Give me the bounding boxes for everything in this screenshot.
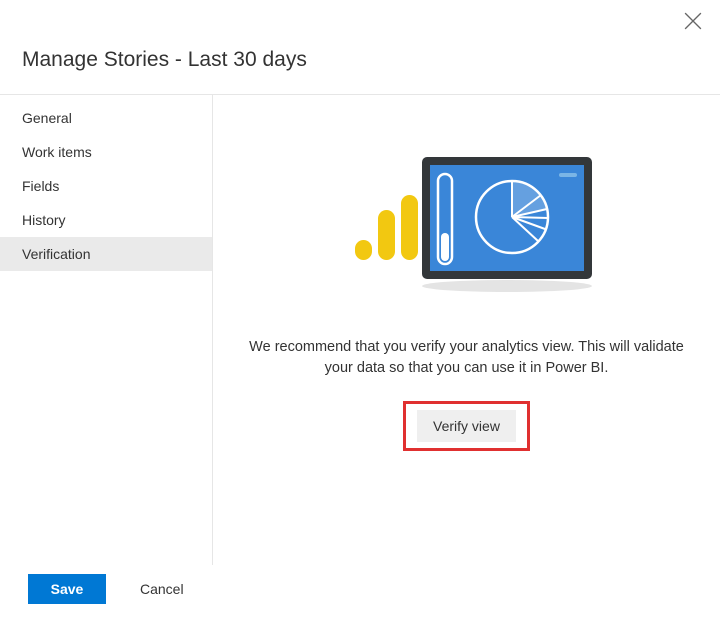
sidebar-item-label: Work items	[22, 144, 92, 160]
cancel-button[interactable]: Cancel	[120, 574, 204, 604]
sidebar-item-label: Fields	[22, 178, 59, 194]
analytics-illustration-icon	[340, 155, 594, 295]
sidebar-item-fields[interactable]: Fields	[0, 169, 212, 203]
verify-view-button[interactable]: Verify view	[417, 410, 516, 442]
sidebar-item-label: History	[22, 212, 66, 228]
page-title: Manage Stories - Last 30 days	[0, 0, 720, 94]
dialog-footer: Save Cancel	[28, 574, 204, 604]
sidebar-item-label: Verification	[22, 246, 90, 262]
recommendation-text: We recommend that you verify your analyt…	[247, 337, 687, 379]
sidebar-item-label: General	[22, 110, 72, 126]
sidebar: General Work items Fields History Verifi…	[0, 95, 213, 565]
sidebar-item-work-items[interactable]: Work items	[0, 135, 212, 169]
main-panel: We recommend that you verify your analyt…	[213, 95, 720, 565]
verify-highlight-box: Verify view	[403, 401, 530, 451]
sidebar-item-general[interactable]: General	[0, 101, 212, 135]
content-area: General Work items Fields History Verifi…	[0, 95, 720, 565]
close-icon[interactable]	[684, 12, 702, 30]
sidebar-item-history[interactable]: History	[0, 203, 212, 237]
save-button[interactable]: Save	[28, 574, 106, 604]
sidebar-item-verification[interactable]: Verification	[0, 237, 212, 271]
